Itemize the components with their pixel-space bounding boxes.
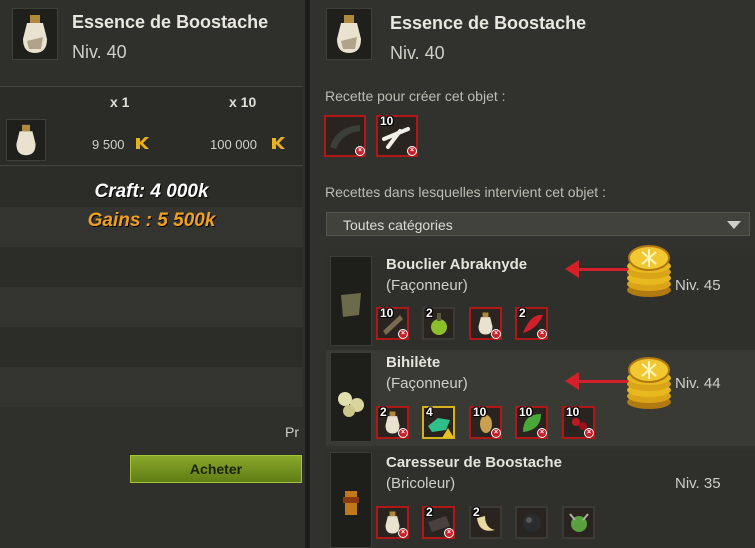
quantity-label: 10 (566, 405, 580, 419)
potion-bottle-icon (23, 15, 47, 53)
item-icon-frame (12, 8, 58, 60)
item-icon-frame (326, 8, 372, 60)
gains-text: Gains : 5 500k (87, 210, 216, 231)
potion-bottle-icon (16, 124, 36, 156)
recipe-job: (Façonneur) (386, 277, 468, 294)
price-x10: 100 000 (210, 137, 257, 152)
annotation-arrow (576, 268, 630, 271)
potion-bottle-icon (337, 15, 361, 53)
ingredient-slot[interactable] (515, 506, 548, 539)
ingredient-slot[interactable]: 2 (469, 505, 502, 539)
list-row (0, 327, 303, 367)
annotation-arrow (576, 380, 630, 383)
truncated-label: Pr (285, 424, 299, 440)
col-header-x10: x 10 (229, 94, 257, 110)
ingredient-slot[interactable]: 10 × (562, 405, 595, 439)
list-row (0, 287, 303, 327)
list-row (0, 367, 303, 407)
ingredient-slot[interactable]: × (469, 307, 502, 340)
annotation-arrow-head (565, 372, 579, 390)
recipe-item-thumbnail (330, 352, 372, 442)
left-panel: Essence de Boostache Niv. 40 x 1 x 10 9 … (0, 0, 305, 548)
item-name: Essence de Boostache (72, 12, 269, 32)
recipe-name: Bihilète (386, 354, 441, 371)
recipe-ingredient-slot[interactable]: × (324, 115, 366, 157)
quantity-label: 2 (519, 306, 526, 320)
kama-icon (272, 137, 285, 149)
ingredient-slot[interactable]: 10 × (515, 405, 548, 439)
green-mask-icon (569, 513, 589, 532)
missing-icon: × (398, 528, 408, 538)
recipe-level: Niv. 35 (675, 475, 721, 492)
gold-coins-icon (627, 357, 671, 409)
price-table: x 1 x 10 9 500 100 000 (0, 86, 303, 166)
gold-coins-icon (627, 245, 671, 297)
missing-icon: × (584, 428, 594, 438)
quantity-label: 2 (380, 405, 387, 419)
item-level: Niv. 40 (72, 42, 127, 62)
missing-icon: × (398, 428, 408, 438)
recipe-row[interactable]: Bihilète (Façonneur) Niv. 44 2 × 4 10 × … (326, 350, 755, 446)
missing-icon: × (444, 528, 454, 538)
chevron-down-icon (727, 221, 741, 229)
quantity-label: 10 (519, 405, 533, 419)
recipe-row[interactable]: Bouclier Abraknyde (Façonneur) Niv. 45 1… (326, 254, 755, 350)
ingredient-slot[interactable]: 2 × (376, 405, 409, 439)
recipe-job: (Bricoleur) (386, 475, 456, 492)
category-filter-dropdown[interactable]: Toutes catégories (326, 212, 750, 236)
recipe-job: (Façonneur) (386, 375, 468, 392)
warning-icon (442, 428, 454, 438)
quantity-label: 2 (426, 505, 433, 519)
quantity-label: 2 (473, 505, 480, 519)
dark-orb-icon (523, 514, 541, 532)
pebbles-icon (338, 392, 364, 417)
col-header-x1: x 1 (110, 94, 130, 110)
recipe-row[interactable]: Caresseur de Boostache (Bricoleur) Niv. … (326, 450, 755, 548)
price-x1: 9 500 (92, 137, 125, 152)
ingredient-slot[interactable]: 2 × (515, 306, 548, 340)
quantity-label: 10 (380, 114, 394, 128)
recipe-section-label: Recette pour créer cet objet : (325, 88, 506, 104)
ingredient-slot[interactable]: 2 × (422, 505, 455, 539)
price-row-icon (6, 119, 46, 161)
item-name: Essence de Boostache (390, 13, 587, 33)
recipe-level: Niv. 44 (675, 375, 721, 392)
missing-icon: × (398, 329, 408, 339)
annotation-arrow-head (565, 260, 579, 278)
recipe-ingredient-slot[interactable]: 10 × (376, 114, 418, 157)
ingredient-slot[interactable]: 4 (422, 405, 455, 439)
missing-icon: × (491, 329, 501, 339)
quantity-label: 10 (473, 405, 487, 419)
recipe-item-thumbnail (330, 452, 372, 548)
buy-button[interactable]: Acheter (130, 455, 302, 483)
missing-icon: × (537, 428, 547, 438)
recipe-name: Bouclier Abraknyde (386, 256, 528, 273)
quantity-label: 4 (426, 405, 433, 419)
quantity-label: 2 (426, 306, 433, 320)
ingredient-slot[interactable] (562, 506, 595, 539)
kama-icon (136, 137, 149, 149)
recipe-name: Caresseur de Boostache (386, 454, 562, 471)
ingredient-slot[interactable]: 2 (422, 306, 455, 340)
recipe-item-thumbnail (330, 256, 372, 346)
quantity-label: 10 (380, 306, 394, 320)
list-row (0, 247, 303, 287)
missing-icon: × (355, 146, 365, 156)
brush-icon (343, 491, 359, 515)
shield-icon (341, 293, 361, 317)
recipe-level: Niv. 45 (675, 277, 721, 294)
used-in-section-label: Recettes dans lesquelles intervient cet … (325, 184, 606, 200)
ingredient-slot[interactable]: 10 × (376, 306, 409, 340)
ingredient-slot[interactable]: × (376, 506, 409, 539)
ingredient-slot[interactable]: 10 × (469, 405, 502, 439)
dropdown-value: Toutes catégories (343, 217, 453, 233)
missing-icon: × (491, 428, 501, 438)
missing-icon: × (537, 329, 547, 339)
craft-cost-text: Craft: 4 000k (94, 181, 209, 202)
item-level: Niv. 40 (390, 43, 445, 63)
missing-icon: × (407, 146, 417, 156)
